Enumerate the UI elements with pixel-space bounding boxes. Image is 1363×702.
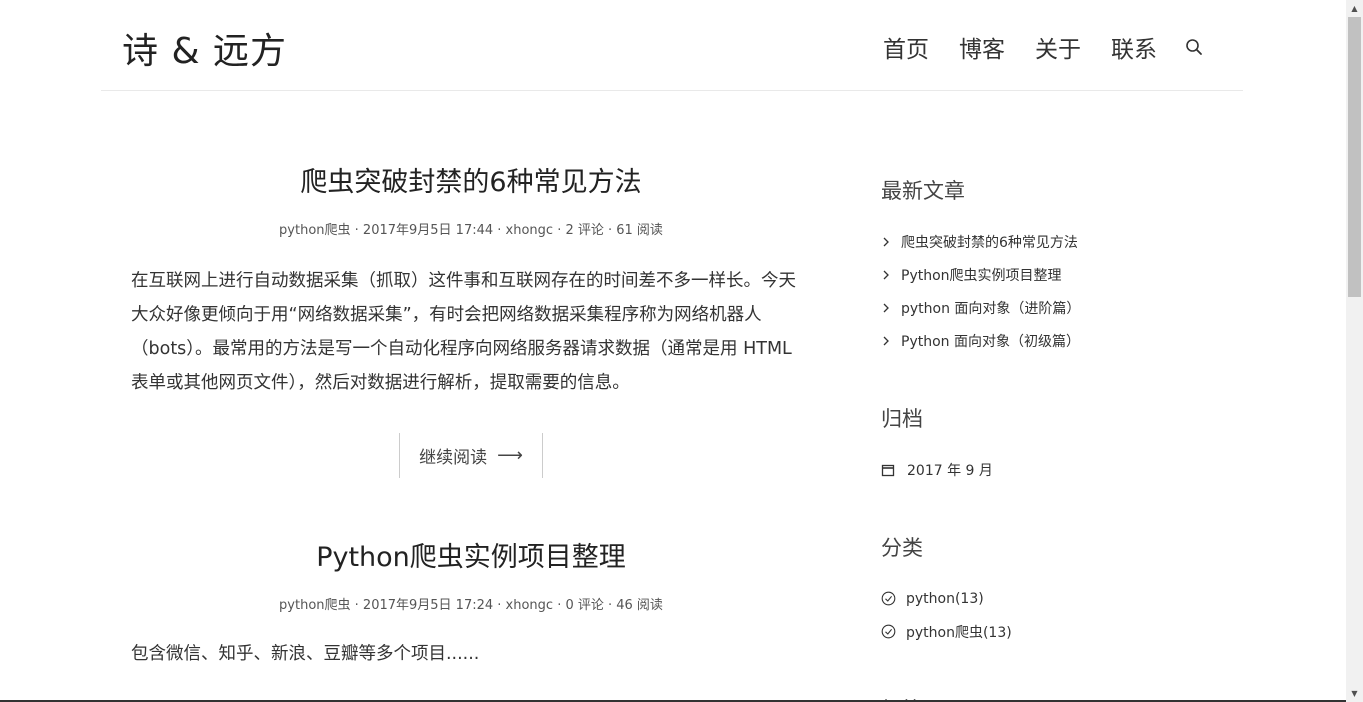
list-item[interactable]: python(13) bbox=[881, 582, 1181, 615]
page: 诗 & 远方 首页 博客 关于 联系 爬虫突破封禁的6种常见方法 python爬… bbox=[0, 0, 1363, 702]
category-link[interactable]: python(13) bbox=[906, 591, 984, 607]
category-link[interactable]: python爬虫(13) bbox=[906, 622, 1012, 642]
calendar-icon bbox=[881, 463, 895, 477]
scroll-up-arrow-icon[interactable]: ▲ bbox=[1346, 0, 1363, 17]
post-excerpt: 包含微信、知乎、新浪、豆瓣等多个项目...... bbox=[131, 644, 480, 664]
post-2: Python爬虫实例项目整理 python爬虫 · 2017年9月5日 17:2… bbox=[131, 535, 811, 671]
chevron-right-icon bbox=[881, 335, 891, 347]
main-content: 爬虫突破封禁的6种常见方法 python爬虫 · 2017年9月5日 17:44… bbox=[131, 160, 811, 671]
nav-contact[interactable]: 联系 bbox=[1111, 30, 1157, 64]
recent-post-link[interactable]: python 面向对象（进阶篇） bbox=[901, 298, 1080, 318]
list-item[interactable]: python爬虫(13) bbox=[881, 615, 1181, 648]
list-item[interactable]: 爬虫突破封禁的6种常见方法 bbox=[881, 225, 1181, 258]
chevron-right-icon bbox=[881, 302, 891, 314]
chevron-right-icon bbox=[881, 236, 891, 248]
post-title[interactable]: Python爬虫实例项目整理 bbox=[131, 535, 811, 574]
site-title[interactable]: 诗 & 远方 bbox=[122, 22, 287, 74]
nav-home[interactable]: 首页 bbox=[883, 30, 929, 64]
chevron-right-icon bbox=[881, 269, 891, 281]
archive-link[interactable]: 2017 年 9 月 bbox=[907, 460, 993, 480]
list-item[interactable]: 2017 年 9 月 bbox=[881, 453, 1181, 486]
arrow-right-icon: ⟶ bbox=[497, 445, 523, 466]
list-item[interactable]: Python 面向对象（初级篇） bbox=[881, 324, 1181, 357]
archive-list: 2017 年 9 月 bbox=[881, 453, 1181, 486]
post-title[interactable]: 爬虫突破封禁的6种常见方法 bbox=[131, 160, 811, 199]
categories-list: python(13) python爬虫(13) bbox=[881, 582, 1181, 648]
list-item[interactable]: python 面向对象（进阶篇） bbox=[881, 291, 1181, 324]
site-header: 诗 & 远方 首页 博客 关于 联系 bbox=[101, 0, 1243, 91]
nav-blog[interactable]: 博客 bbox=[959, 30, 1005, 64]
vertical-scrollbar[interactable]: ▲ ▼ bbox=[1346, 0, 1363, 702]
check-circle-icon bbox=[881, 624, 896, 639]
post-excerpt: 在互联网上进行自动数据采集（抓取）这件事和互联网存在的时间差不多一样长。今天大众… bbox=[131, 271, 796, 393]
widget-title-recent: 最新文章 bbox=[881, 179, 965, 203]
widget-title-categories: 分类 bbox=[881, 536, 923, 560]
recent-post-link[interactable]: 爬虫突破封禁的6种常见方法 bbox=[901, 232, 1078, 252]
main-nav: 首页 博客 关于 联系 bbox=[883, 30, 1203, 64]
recent-post-link[interactable]: Python爬虫实例项目整理 bbox=[901, 265, 1062, 285]
read-more-wrap: 继续阅读 ⟶ bbox=[131, 433, 811, 478]
post-meta: python爬虫 · 2017年9月5日 17:24 · xhongc · 0 … bbox=[279, 598, 663, 613]
nav-about[interactable]: 关于 bbox=[1035, 30, 1081, 64]
scroll-down-arrow-icon[interactable]: ▼ bbox=[1346, 685, 1363, 702]
read-more-label: 继续阅读 bbox=[419, 448, 488, 468]
widget-title-archive: 归档 bbox=[881, 407, 923, 431]
recent-posts-list: 爬虫突破封禁的6种常见方法 Python爬虫实例项目整理 python 面向对象… bbox=[881, 225, 1181, 357]
post-1: 爬虫突破封禁的6种常见方法 python爬虫 · 2017年9月5日 17:44… bbox=[131, 160, 811, 478]
list-item[interactable]: Python爬虫实例项目整理 bbox=[881, 258, 1181, 291]
post-meta: python爬虫 · 2017年9月5日 17:44 · xhongc · 2 … bbox=[279, 223, 663, 238]
search-icon[interactable] bbox=[1185, 38, 1203, 56]
read-more-button[interactable]: 继续阅读 ⟶ bbox=[399, 433, 543, 478]
recent-post-link[interactable]: Python 面向对象（初级篇） bbox=[901, 331, 1080, 351]
scroll-thumb[interactable] bbox=[1348, 17, 1361, 297]
sidebar: 最新文章 爬虫突破封禁的6种常见方法 Python爬虫实例项目整理 python… bbox=[881, 175, 1181, 702]
check-circle-icon bbox=[881, 591, 896, 606]
